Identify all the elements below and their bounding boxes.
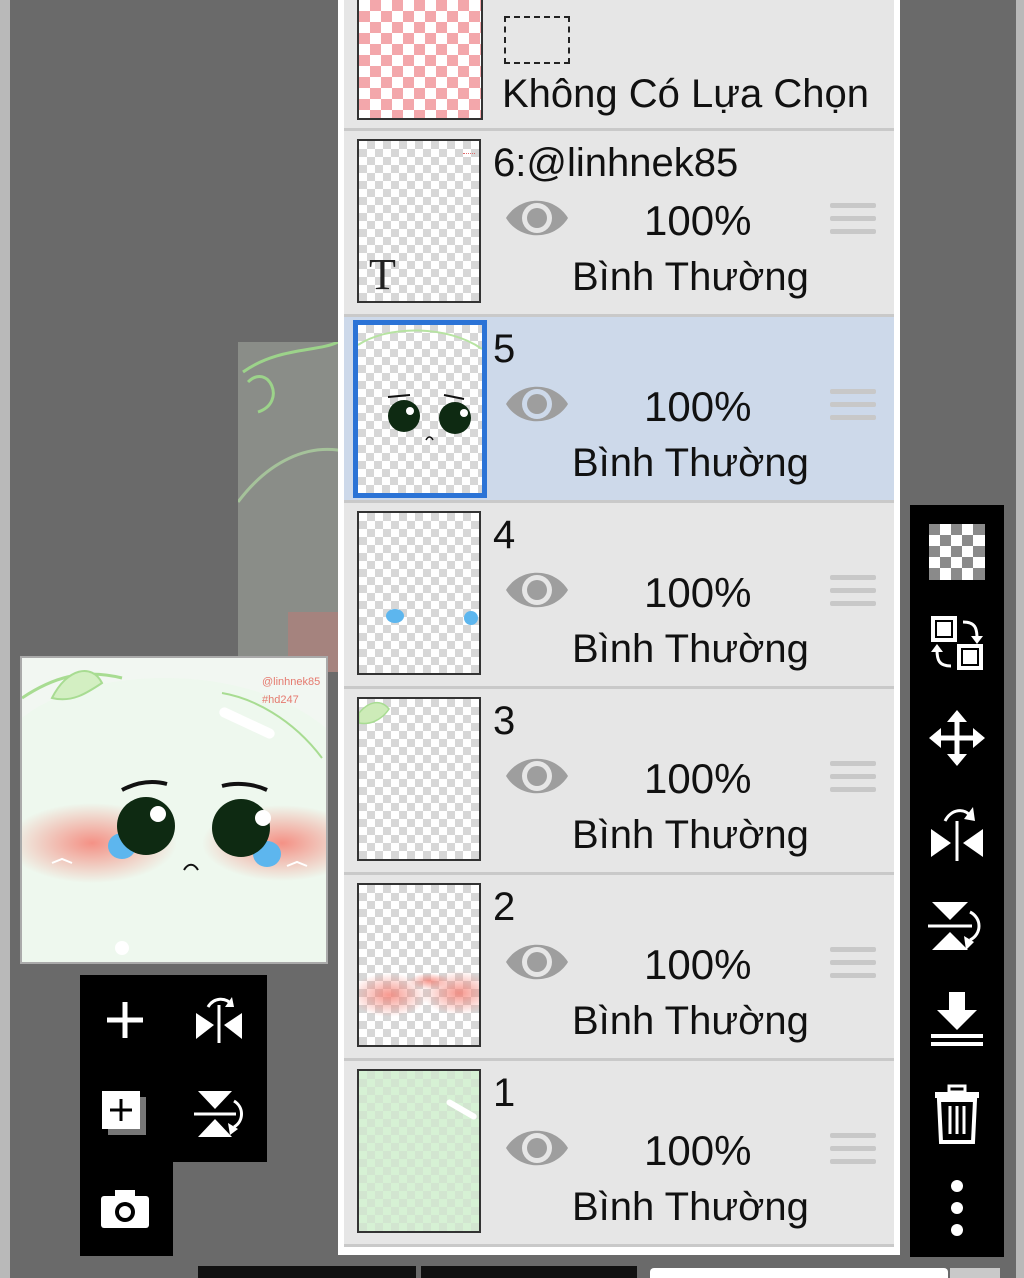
layer-blend-mode[interactable]: Bình Thường <box>572 1185 809 1230</box>
visibility-eye-icon[interactable] <box>504 751 570 801</box>
tiny-text-mark <box>463 153 475 166</box>
more-icon <box>951 1180 963 1236</box>
trash-icon <box>935 1084 979 1144</box>
layer-opacity[interactable]: 100% <box>644 569 751 617</box>
layer-row[interactable]: 1 100% Bình Thường <box>344 1061 894 1247</box>
canvas-preview[interactable]: @linhnek85 #hd247 <box>20 656 328 964</box>
layer-name: 4 <box>493 513 516 557</box>
selection-marquee-icon <box>504 16 570 64</box>
layer-row[interactable]: 4 100% Bình Thường <box>344 503 894 689</box>
flip-horizontal-button[interactable] <box>174 975 264 1065</box>
flip-horizontal-icon <box>931 807 983 861</box>
visibility-eye-icon[interactable] <box>504 379 570 429</box>
swap-layer-icon <box>931 616 983 670</box>
left-toolbar <box>80 975 267 1162</box>
layer-opacity[interactable]: 100% <box>644 755 751 803</box>
layer-opacity[interactable]: 100% <box>644 197 751 245</box>
selection-label: Không Có Lựa Chọn <box>502 72 870 116</box>
visibility-eye-icon[interactable] <box>504 937 570 987</box>
layer-row[interactable]: 2 100% Bình Thường <box>344 875 894 1061</box>
camera-icon <box>101 1190 149 1228</box>
layer-thumbnail <box>357 1069 481 1233</box>
layer-list[interactable]: Không Có Lựa Chọn T 6:@linhnek85 100% Bì… <box>344 0 894 1247</box>
drag-handle-icon[interactable] <box>830 575 876 615</box>
layer-blend-mode[interactable]: Bình Thường <box>572 999 809 1044</box>
drag-handle-icon[interactable] <box>830 389 876 429</box>
layer-blend-mode[interactable]: Bình Thường <box>572 627 809 672</box>
move-button[interactable] <box>910 693 1004 783</box>
layer-opacity[interactable]: 100% <box>644 941 751 989</box>
layer-opacity[interactable]: 100% <box>644 1127 751 1175</box>
layer-thumbnail <box>357 883 481 1047</box>
selection-layer-row[interactable]: Không Có Lựa Chọn <box>344 0 894 131</box>
merge-down-icon <box>931 992 983 1046</box>
layer-opacity[interactable]: 100% <box>644 383 751 431</box>
transparency-button[interactable] <box>910 507 1004 597</box>
delete-layer-button[interactable] <box>910 1069 1004 1159</box>
text-layer-icon: T <box>369 250 396 299</box>
drag-handle-icon[interactable] <box>830 203 876 243</box>
left-toolbar-bottom <box>80 1160 173 1256</box>
layer-row-selected[interactable]: 5 100% Bình Thường <box>344 317 894 503</box>
add-layer-button[interactable] <box>80 1069 170 1159</box>
visibility-eye-icon[interactable] <box>504 193 570 243</box>
swap-layer-button[interactable] <box>910 599 1004 689</box>
add-button[interactable] <box>80 975 170 1065</box>
right-edge <box>1016 0 1024 1278</box>
layer-blend-mode[interactable]: Bình Thường <box>572 255 809 300</box>
layer-name: 3 <box>493 699 516 743</box>
drag-handle-icon[interactable] <box>830 1133 876 1173</box>
more-options-button[interactable] <box>910 1163 1004 1253</box>
selection-thumbnail <box>357 0 483 120</box>
bottom-bar-segment[interactable] <box>421 1266 637 1278</box>
layer-thumbnail: T <box>357 139 481 303</box>
transparency-icon <box>929 524 985 580</box>
drag-handle-icon[interactable] <box>830 761 876 801</box>
flip-vertical-icon <box>928 902 981 950</box>
flip-vertical-button[interactable] <box>174 1069 264 1159</box>
bottom-bar-segment[interactable] <box>650 1268 948 1278</box>
layer-name: 5 <box>493 327 516 371</box>
layer-thumbnail <box>357 511 481 675</box>
merge-down-button[interactable] <box>910 975 1004 1065</box>
layer-row[interactable]: T 6:@linhnek85 100% Bình Thường <box>344 131 894 317</box>
bottom-bar-segment[interactable] <box>198 1266 416 1278</box>
flip-horizontal-button[interactable] <box>910 787 1004 877</box>
flip-vertical-icon <box>194 1091 243 1137</box>
layer-thumbnail <box>353 320 487 498</box>
bottom-bar-segment[interactable] <box>950 1268 1000 1278</box>
visibility-eye-icon[interactable] <box>504 1123 570 1173</box>
layer-name: 6:@linhnek85 <box>493 141 739 185</box>
flip-vertical-button[interactable] <box>910 881 1004 971</box>
move-icon <box>929 710 985 766</box>
visibility-eye-icon[interactable] <box>504 565 570 615</box>
camera-button[interactable] <box>80 1164 170 1254</box>
watermark-hashtag: #hd247 <box>262 694 299 706</box>
left-edge <box>0 0 10 1278</box>
layer-row[interactable]: 3 100% Bình Thường <box>344 689 894 875</box>
plus-icon <box>107 1002 143 1038</box>
layer-thumbnail <box>357 697 481 861</box>
layer-blend-mode[interactable]: Bình Thường <box>572 441 809 486</box>
drag-handle-icon[interactable] <box>830 947 876 987</box>
flip-horizontal-icon <box>196 997 242 1043</box>
watermark-handle: @linhnek85 <box>262 676 321 688</box>
right-toolbar <box>910 505 1004 1257</box>
layer-blend-mode[interactable]: Bình Thường <box>572 813 809 858</box>
layer-name: 2 <box>493 885 516 929</box>
canvas-background[interactable] <box>236 340 349 672</box>
layer-name: 1 <box>493 1071 516 1115</box>
add-layer-icon <box>102 1091 146 1135</box>
layer-panel: Không Có Lựa Chọn T 6:@linhnek85 100% Bì… <box>338 0 900 1255</box>
